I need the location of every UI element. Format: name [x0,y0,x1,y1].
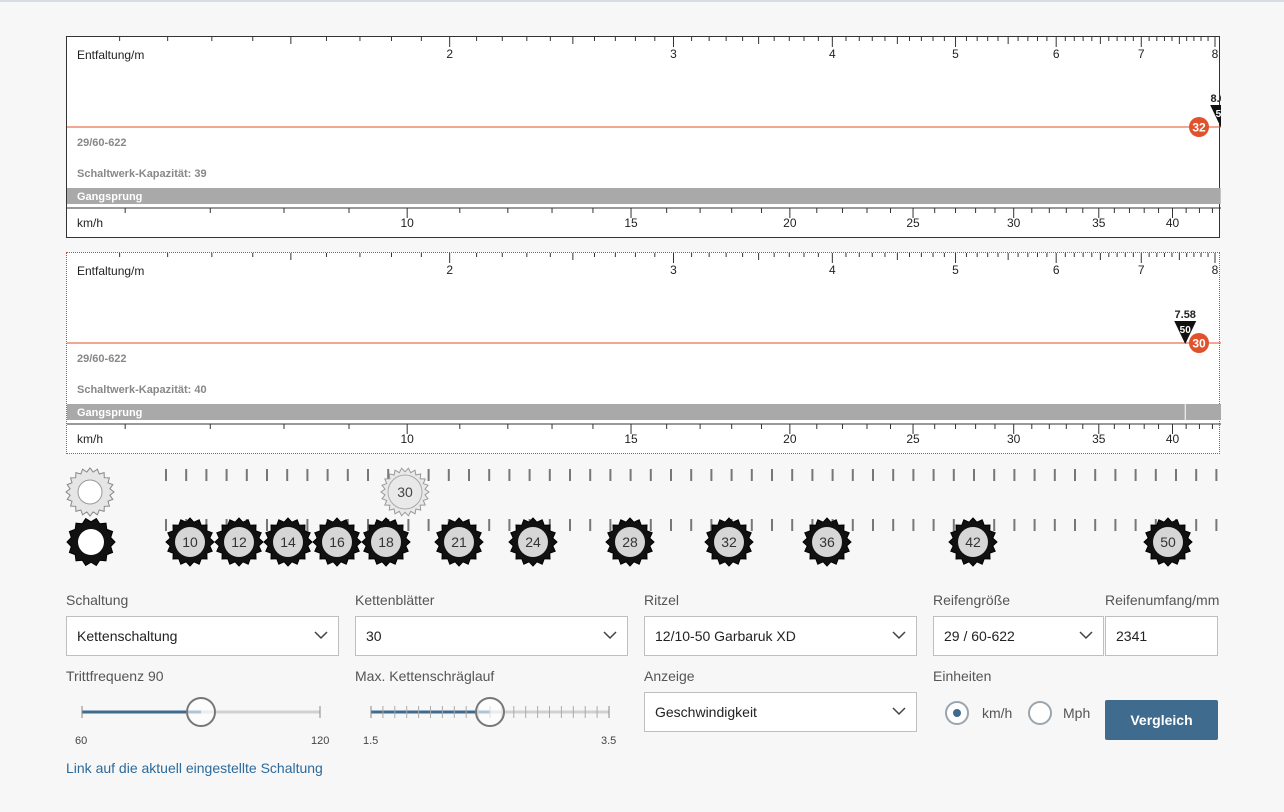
speed-axis-label: 40 [1166,432,1180,446]
speed-axis-label: 15 [624,216,638,230]
sprocket-label: 12 [231,534,247,550]
anzeige-select[interactable]: Geschwindigkeit [644,692,917,732]
gangsprung-band [67,188,1221,204]
sprocket-label: 21 [451,534,467,550]
schaltung-label: Schaltung [66,592,129,608]
chevron-down-icon [1079,631,1093,640]
speed-axis-label: 20 [783,216,797,230]
speed-axis-label: 25 [906,216,920,230]
kettenschraeglauf-label: Max. Kettenschräglauf [355,668,495,684]
top-axis-label: 7 [1138,263,1145,277]
vergleich-button[interactable]: Vergleich [1105,700,1218,740]
reifenumfang-input[interactable]: 2341 [1105,616,1218,656]
gear-chart-svg-2: 2345678307.58509.034210.53611.93213.5281… [67,253,1221,446]
schaltung-select[interactable]: Kettenschaltung [66,616,339,656]
top-axis-label: 8 [1212,263,1219,277]
speed-axis-label: 20 [783,432,797,446]
speed-axis-label: 15 [624,432,638,446]
slider-knob [475,697,505,727]
kettenblaetter-value: 30 [366,628,382,644]
speed-axis-label: 10 [400,216,414,230]
sprocket-label: 32 [721,534,737,550]
gangsprung-label: Gangsprung [77,407,142,419]
radio-kmh-label[interactable]: km/h [982,705,1012,721]
top-axis-label: 4 [829,47,836,61]
gear-development-label: 7.58 [1175,309,1196,321]
speed-axis-label: 10 [400,432,414,446]
sprocket-label: 10 [182,534,198,550]
gear-chart-panel-1: Entfaltung/m 29/60-622 Schaltwerk-Kapazi… [66,36,1221,238]
gangsprung-label: Gangsprung [77,191,142,203]
reifengroesse-value: 29 / 60-622 [944,628,1015,644]
einheiten-label: Einheiten [933,668,992,684]
kettenblaetter-select[interactable]: 30 [355,616,628,656]
sprocket-label: 24 [525,534,541,550]
speed-axis-label: 30 [1007,432,1021,446]
trittfrequenz-slider[interactable] [66,692,336,732]
chainring-badge-label: 32 [1192,121,1206,135]
trittfrequenz-min: 60 [75,735,88,747]
radio-mph-label[interactable]: Mph [1063,705,1090,721]
slider-knob [186,697,216,727]
chainring-badge-label: 30 [1192,337,1206,351]
speed-axis-label: 40 [1166,216,1180,230]
cog-visualization: 30 10 12 14 16 18 21 24 28 32 36 42 50 [65,467,1218,567]
sprocket-label: 14 [280,534,296,550]
sprocket-label: 18 [378,534,394,550]
anzeige-value: Geschwindigkeit [655,704,757,720]
ritzel-label: Ritzel [644,592,680,608]
anzeige-label: Anzeige [644,668,695,684]
radio-kmh[interactable] [945,701,969,725]
gear-chart-svg-1: 2345678328.09509.634211.23612.63214.4281… [67,37,1221,230]
top-axis-label: 5 [952,47,959,61]
crank-spider-center [77,479,103,505]
speed-axis-label: 25 [906,432,920,446]
sprocket-label: 16 [329,534,345,550]
top-axis-label: 2 [446,263,453,277]
top-axis-label: 6 [1053,263,1060,277]
top-axis-label: 3 [670,263,677,277]
sprocket-label: 50 [1160,534,1176,550]
speed-axis-label: 35 [1092,216,1106,230]
chevron-down-icon [892,707,906,716]
top-axis-label: 5 [952,263,959,277]
top-axis-label: 3 [670,47,677,61]
ritzel-select[interactable]: 12/10-50 Garbaruk XD [644,616,917,656]
gear-cog-label: 50 [1180,325,1192,336]
ritzel-value: 12/10-50 Garbaruk XD [655,628,796,644]
chevron-down-icon [892,631,906,640]
chevron-down-icon [603,631,617,640]
sprocket-label: 28 [622,534,638,550]
chevron-down-icon [314,631,328,640]
gear-chart-panel-2: Entfaltung/m 29/60-622 Schaltwerk-Kapazi… [66,252,1221,454]
radio-mph[interactable] [1028,701,1052,725]
reifengroesse-label: Reifengröße [933,592,1011,608]
top-axis-label: 8 [1212,47,1219,61]
top-axis-label: 4 [829,263,836,277]
trittfrequenz-max: 120 [311,735,330,747]
top-axis-label: 6 [1053,47,1060,61]
speed-axis-label: 35 [1092,432,1106,446]
gear-development-label: 8.09 [1210,93,1221,105]
speed-axis-label: 30 [1007,216,1021,230]
sprocket-label: 42 [965,534,981,550]
pulley-center [78,529,104,555]
reifengroesse-select[interactable]: 29 / 60-622 [933,616,1104,656]
kettenblaetter-label: Kettenblätter [355,592,435,608]
chainring-label: 30 [397,484,413,500]
top-axis-label: 2 [446,47,453,61]
radio-selected-dot [953,709,961,717]
gear-cog-label: 50 [1216,109,1221,120]
kettenschraeglauf-max: 3.5 [601,735,617,747]
gangsprung-band [67,404,1221,420]
kettenschraeglauf-slider[interactable] [355,692,625,732]
top-axis-label: 7 [1138,47,1145,61]
trittfrequenz-label: Trittfrequenz 90 [66,668,164,684]
sprocket-label: 36 [819,534,835,550]
link-current-gearing[interactable]: Link auf die aktuell eingestellte Schalt… [66,760,323,776]
schaltung-value: Kettenschaltung [77,628,178,644]
reifenumfang-label: Reifenumfang/mm [1105,592,1220,608]
kettenschraeglauf-min: 1.5 [363,735,379,747]
